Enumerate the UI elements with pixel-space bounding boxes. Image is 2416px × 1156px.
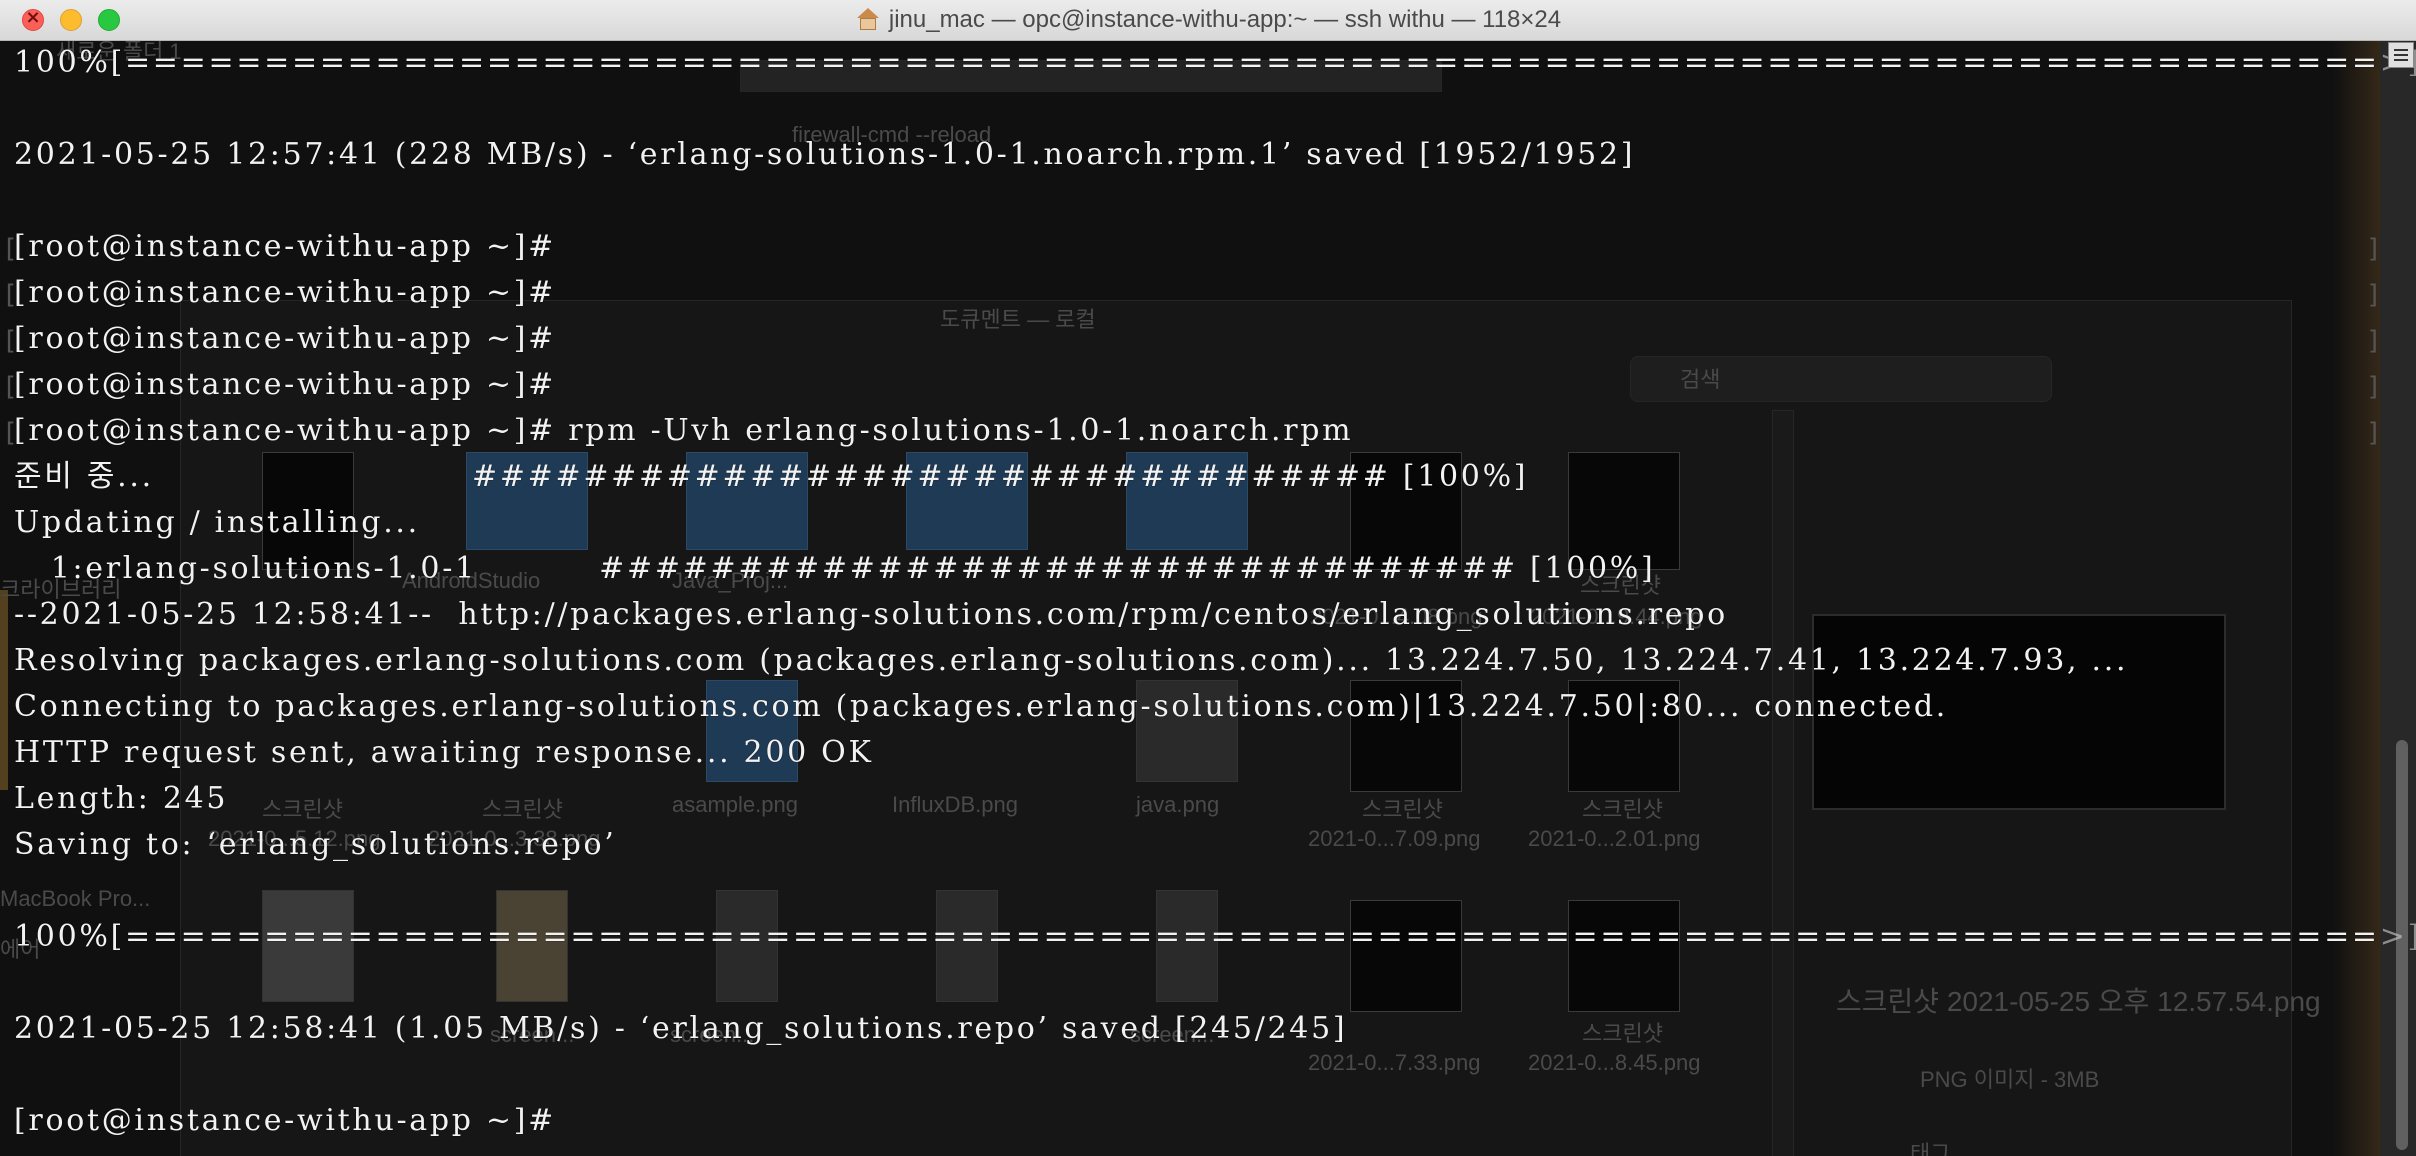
selection-marker-right: ]: [2366, 234, 2382, 264]
selection-marker-right: ]: [2366, 418, 2382, 448]
terminal-line: 1:erlang-solutions-1.0-1 ###############…: [14, 551, 1656, 586]
home-icon: [855, 8, 881, 32]
terminal-line: [root@instance-withu-app ~]#: [14, 367, 557, 402]
terminal-line: Updating / installing...: [14, 505, 420, 540]
selection-marker-left: [: [2, 280, 18, 310]
terminal-line: --2021-05-25 12:58:41-- http://packages.…: [14, 597, 1728, 632]
terminal-scrollbar[interactable]: [2380, 40, 2416, 1156]
selection-marker-right: ]: [2366, 372, 2382, 402]
scroll-thumb[interactable]: [2396, 740, 2408, 1150]
list-icon[interactable]: [2388, 42, 2414, 68]
title-bar: jinu_mac — opc@instance-withu-app:~ — ss…: [0, 0, 2416, 41]
terminal-line: 100%[===================================…: [14, 45, 2416, 80]
terminal-line: 100%[===================================…: [14, 919, 2416, 954]
terminal-line: HTTP request sent, awaiting response... …: [14, 735, 874, 770]
selection-marker-left: [: [2, 326, 18, 356]
terminal-line: 2021-05-25 12:58:41 (1.05 MB/s) - ‘erlan…: [14, 1011, 1348, 1046]
terminal-line: Saving to: ‘erlang_solutions.repo’: [14, 827, 617, 862]
terminal-window: 새로운 폴더 1 firewall-cmd --reload 도큐멘트 — 로컬…: [0, 0, 2416, 1156]
terminal-line: 2021-05-25 12:57:41 (228 MB/s) - ‘erlang…: [14, 137, 1636, 172]
terminal-line: [root@instance-withu-app ~]# rpm -Uvh er…: [14, 413, 1354, 448]
terminal-line: [root@instance-withu-app ~]#: [14, 1103, 557, 1138]
terminal-line: [root@instance-withu-app ~]#: [14, 229, 557, 264]
terminal-line: Connecting to packages.erlang-solutions.…: [14, 689, 1949, 724]
terminal-line: 준비 중... ################################…: [14, 459, 1529, 494]
selection-marker-left: [: [2, 418, 18, 448]
selection-marker-right: ]: [2366, 326, 2382, 356]
selection-marker-left: [: [2, 234, 18, 264]
terminal-output[interactable]: 100%[===================================…: [0, 40, 2416, 1156]
terminal-line: Length: 245: [14, 781, 229, 816]
window-title-text: jinu_mac — opc@instance-withu-app:~ — ss…: [888, 6, 1562, 33]
terminal-line: [root@instance-withu-app ~]#: [14, 275, 557, 310]
selection-marker-left: [: [2, 372, 18, 402]
terminal-line: Resolving packages.erlang-solutions.com …: [14, 643, 2129, 678]
terminal-line: [root@instance-withu-app ~]#: [14, 321, 557, 356]
selection-marker-right: ]: [2366, 280, 2382, 310]
window-title: jinu_mac — opc@instance-withu-app:~ — ss…: [0, 0, 2416, 40]
